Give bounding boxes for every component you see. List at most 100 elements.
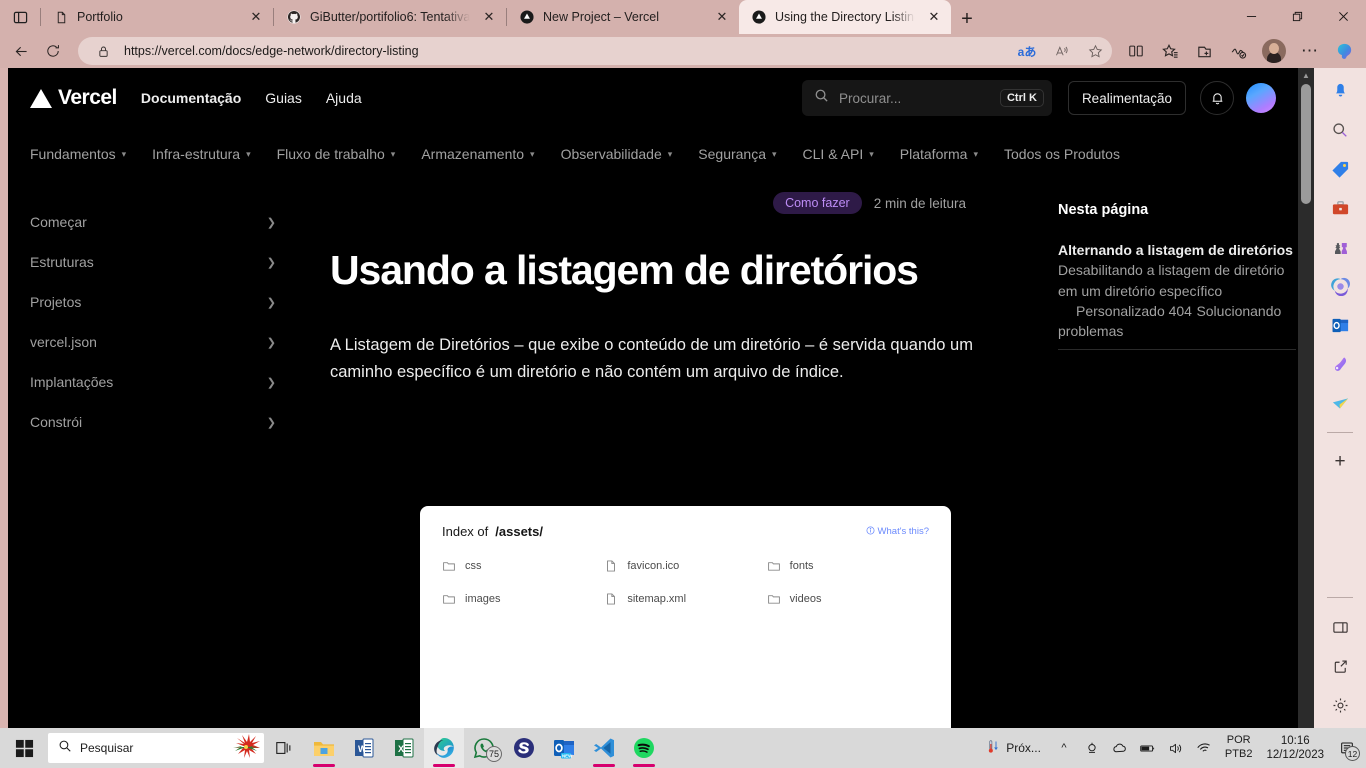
address-bar-url[interactable]: https://vercel.com/docs/edge-network/dir… [124,44,1006,58]
windows-start-icon[interactable] [0,728,48,768]
browser-tab[interactable]: Portfolio ✕ [41,0,273,34]
task-view-icon[interactable] [264,728,304,768]
battery-icon[interactable] [1135,728,1161,768]
toc-item-desabilitando[interactable]: Desabilitando a listagem de diretório em… [1058,262,1284,298]
nav-guias[interactable]: Guias [265,90,302,106]
sidebar-item-constroi[interactable]: Constrói ❯ [30,402,276,442]
prodnav-plataforma[interactable]: Plataforma ▾ [900,146,978,162]
sidebar-item-vercel-json[interactable]: vercel.json ❯ [30,322,276,362]
prodnav-observabilidade[interactable]: Observabilidade ▾ [561,146,673,162]
tab-close-icon[interactable]: ✕ [478,6,500,28]
taskbar-app-edge[interactable] [424,728,464,768]
sidebar-item-estruturas[interactable]: Estruturas ❯ [30,242,276,282]
browser-tab[interactable]: New Project – Vercel ✕ [507,0,739,34]
tab-close-icon[interactable]: ✕ [711,6,733,28]
sidebar-toggle-icon[interactable] [1325,612,1355,642]
volume-icon[interactable] [1163,728,1189,768]
lock-icon[interactable] [90,39,116,63]
tab-close-icon[interactable]: ✕ [245,6,267,28]
vercel-logo[interactable]: Vercel [30,86,117,110]
favorites-icon[interactable] [1154,37,1186,65]
open-in-new-icon[interactable] [1325,651,1355,681]
new-tab-button[interactable]: + [951,4,983,34]
prodnav-seguranca[interactable]: Segurança ▾ [698,146,776,162]
directory-entry[interactable]: videos [767,588,929,610]
taskbar-app-file-explorer[interactable] [304,728,344,768]
tray-language-indicator[interactable]: POR PTB2 [1219,734,1259,762]
address-bar-row: https://vercel.com/docs/edge-network/dir… [0,34,1366,68]
browser-essentials-icon[interactable] [1222,37,1254,65]
outlook-icon[interactable] [1325,310,1355,340]
read-aloud-icon[interactable] [1048,39,1074,63]
toc-item-personalizado-404[interactable]: Personalizado 404 [1058,303,1192,319]
prodnav-todos-os-produtos[interactable]: Todos os Produtos [1004,146,1120,162]
maximize-button[interactable] [1274,0,1320,32]
tab-actions-icon[interactable] [0,0,40,34]
taskbar-app-skype[interactable] [504,728,544,768]
games-icon[interactable] [1325,232,1355,262]
close-button[interactable] [1320,0,1366,32]
prodnav-fluxo-de-trabalho[interactable]: Fluxo de trabalho ▾ [277,146,396,162]
page-scrollbar[interactable]: ▲ [1298,68,1314,728]
shopping-tag-icon[interactable] [1325,154,1355,184]
sidebar-item-projetos[interactable]: Projetos ❯ [30,282,276,322]
taskbar-app-word[interactable]: W [344,728,384,768]
toc-item-alternando[interactable]: Alternando a listagem de diretórios [1058,242,1293,258]
tray-clock[interactable]: 10:16 12/12/2023 [1260,734,1330,763]
sidebar-item-comecar[interactable]: Começar ❯ [30,202,276,242]
prodnav-cli-api[interactable]: CLI & API ▾ [803,146,874,162]
prodnav-infra-estrutura[interactable]: Infra-estrutura ▾ [152,146,250,162]
search-icon[interactable] [1325,115,1355,145]
notification-icon[interactable]: 12 [1332,728,1362,768]
wifi-icon[interactable] [1191,728,1217,768]
copilot-icon[interactable] [1328,37,1360,65]
directory-entry[interactable]: favicon.ico [604,555,766,577]
taskbar-app-spotify[interactable] [624,728,664,768]
nav-documentacao[interactable]: Documentação [141,90,241,106]
directory-entry[interactable]: sitemap.xml [604,588,766,610]
directory-entry[interactable]: images [442,588,604,610]
minimize-button[interactable] [1228,0,1274,32]
nav-ajuda[interactable]: Ajuda [326,90,362,106]
tray-weather-widget[interactable]: Próx... [978,739,1049,757]
user-avatar[interactable] [1246,83,1276,113]
taskbar-app-excel[interactable]: X [384,728,424,768]
tab-close-icon[interactable]: ✕ [923,6,945,28]
refresh-button[interactable] [38,37,68,65]
taskbar-app-outlook-new[interactable]: NEW [544,728,584,768]
tools-briefcase-icon[interactable] [1325,193,1355,223]
whats-this-link[interactable]: What's this? [866,526,929,538]
star-icon[interactable] [1082,39,1108,63]
feedback-button[interactable]: Realimentação [1067,81,1186,115]
add-sidebar-app-button[interactable]: + [1325,447,1355,477]
scroll-up-arrow-icon[interactable]: ▲ [1298,68,1314,82]
back-button[interactable] [6,37,36,65]
more-options-icon[interactable]: ⋯ [1294,37,1326,65]
bell-icon[interactable] [1200,81,1234,115]
directory-entry[interactable]: css [442,555,604,577]
browser-tab[interactable]: GiButter/portifolio6: Tentativa 6 d ✕ [274,0,506,34]
settings-gear-icon[interactable] [1325,690,1355,720]
taskbar-search-input[interactable]: Pesquisar [48,733,264,763]
sidebar-item-implantacoes[interactable]: Implantações ❯ [30,362,276,402]
prodnav-fundamentos[interactable]: Fundamentos ▾ [30,146,126,162]
split-screen-icon[interactable] [1120,37,1152,65]
docs-search-input[interactable]: Procurar... Ctrl K [801,80,1052,116]
onedrive-icon[interactable] [1107,728,1133,768]
scrollbar-thumb[interactable] [1301,84,1311,204]
translate-icon[interactable]: aあ [1014,39,1040,63]
prodnav-armazenamento[interactable]: Armazenamento ▾ [421,146,534,162]
notifications-bell-icon[interactable] [1325,76,1355,106]
tray-chevron-up-icon[interactable]: ^ [1051,728,1077,768]
browser-tab-active[interactable]: Using the Directory Listing | Verc ✕ [739,0,951,34]
taskbar-app-whatsapp[interactable]: 75 [464,728,504,768]
taskbar-app-vscode[interactable] [584,728,624,768]
address-bar[interactable]: https://vercel.com/docs/edge-network/dir… [78,37,1112,65]
profile-avatar[interactable] [1262,39,1286,63]
image-creator-icon[interactable] [1325,349,1355,379]
webcam-icon[interactable] [1079,728,1105,768]
microsoft-365-icon[interactable] [1325,271,1355,301]
send-plane-icon[interactable] [1325,388,1355,418]
directory-entry[interactable]: fonts [767,555,929,577]
collections-icon[interactable] [1188,37,1220,65]
